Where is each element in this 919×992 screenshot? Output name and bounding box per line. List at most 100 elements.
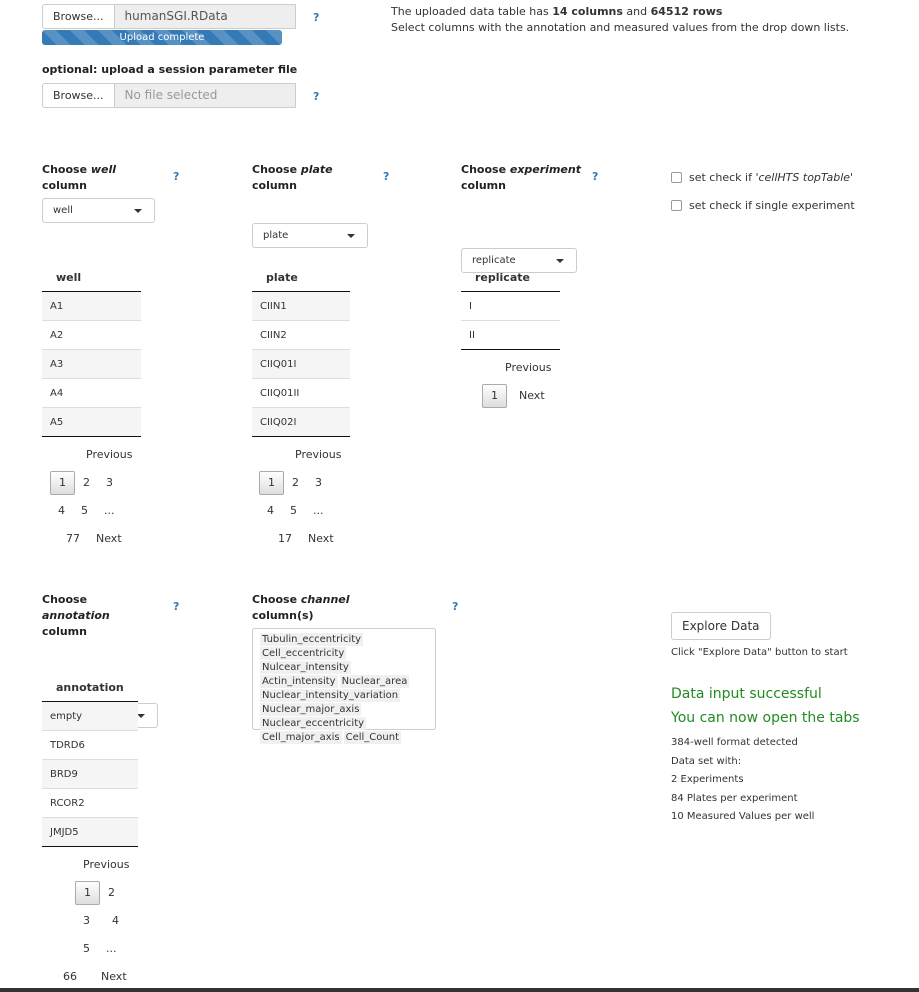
data-summary: 384-well format detected Data set with: … — [671, 734, 814, 827]
page-button[interactable]: 77 — [58, 528, 88, 550]
session-file-field[interactable]: No file selected — [114, 83, 296, 108]
page-button[interactable]: 5 — [282, 500, 305, 522]
choose-annotation-label: Choose annotation column — [42, 593, 110, 638]
page-button[interactable]: 66 — [55, 966, 85, 988]
table-row[interactable]: JMJD5 — [42, 817, 138, 847]
session-label: optional: upload a session parameter fil… — [42, 63, 298, 76]
next-button[interactable]: Next — [300, 528, 342, 550]
table-row[interactable]: CIIN2 — [252, 320, 350, 350]
chevron-down-icon — [137, 714, 145, 718]
explore-data-button[interactable]: Explore Data — [671, 612, 771, 640]
next-button[interactable]: Next — [85, 966, 135, 988]
table-row[interactable]: I — [461, 291, 560, 321]
page-button[interactable]: 4 — [259, 500, 282, 522]
ellipsis: ... — [104, 504, 115, 517]
page-button[interactable]: 3 — [307, 472, 330, 494]
channel-item[interactable]: Nuclear_area — [339, 675, 410, 688]
table-row[interactable]: II — [461, 320, 560, 350]
well-table-header[interactable]: well — [42, 263, 141, 292]
table-row[interactable]: RCOR2 — [42, 788, 138, 818]
annotation-help-icon[interactable]: ? — [173, 600, 179, 613]
channel-item[interactable]: Cell_Count — [343, 731, 401, 744]
channel-help-icon[interactable]: ? — [452, 600, 458, 613]
session-help-icon[interactable]: ? — [313, 90, 319, 103]
previous-button[interactable]: Previous — [78, 444, 141, 466]
chevron-down-icon — [134, 209, 142, 213]
summary-line: 384-well format detected — [671, 737, 798, 748]
next-button[interactable]: Next — [88, 528, 130, 550]
replicate-table-header[interactable]: replicate — [461, 263, 560, 292]
session-browse-button[interactable]: Browse... — [42, 83, 115, 108]
plate-select[interactable]: plate — [252, 223, 368, 248]
success-message-1: Data input successful — [671, 686, 822, 702]
next-button[interactable]: Next — [507, 385, 553, 407]
channel-item[interactable]: Cell_major_axis — [260, 731, 342, 744]
annotation-table-header[interactable]: annotation — [42, 673, 138, 702]
plate-table-header[interactable]: plate — [252, 263, 350, 292]
channel-item[interactable]: Actin_intensity — [260, 675, 338, 688]
file-name-field[interactable]: humanSGI.RData — [114, 4, 296, 29]
previous-button[interactable]: Previous — [75, 854, 138, 876]
page-button[interactable]: 5 — [75, 938, 98, 960]
upload-progress-bar: Upload complete — [42, 30, 282, 45]
page-button[interactable]: 4 — [50, 500, 73, 522]
experiment-help-icon[interactable]: ? — [592, 170, 598, 183]
replicate-table: replicate I II — [461, 263, 560, 350]
table-row[interactable]: CIIN1 — [252, 291, 350, 321]
upload-progress-label: Upload complete — [119, 32, 205, 43]
browse-button[interactable]: Browse... — [42, 4, 115, 29]
choose-experiment-label: Choose experiment column — [461, 163, 581, 192]
plate-pager: Previous 1 2 3 4 5 ... 17 Next — [259, 441, 350, 553]
channel-item[interactable]: Nulcear_intensity — [260, 661, 351, 674]
table-row[interactable]: A1 — [42, 291, 141, 321]
checkbox-icon[interactable] — [671, 172, 682, 183]
horizontal-scrollbar[interactable] — [0, 988, 919, 992]
page-button[interactable]: 4 — [98, 910, 127, 932]
page-button[interactable]: 2 — [284, 472, 307, 494]
table-row[interactable]: A5 — [42, 407, 141, 437]
table-row[interactable]: BRD9 — [42, 759, 138, 789]
well-select[interactable]: well — [42, 198, 155, 223]
page-button[interactable]: 5 — [73, 500, 96, 522]
checkbox-icon[interactable] — [671, 200, 682, 211]
previous-button[interactable]: Previous — [497, 357, 560, 379]
page-button[interactable]: 3 — [98, 472, 121, 494]
table-row[interactable]: A2 — [42, 320, 141, 350]
page-button[interactable]: 1 — [482, 384, 507, 408]
channel-item[interactable]: Nuclear_eccentricity — [260, 717, 367, 730]
summary-line: 84 Plates per experiment — [671, 792, 798, 804]
info-line-2: Select columns with the annotation and m… — [391, 21, 850, 34]
table-row[interactable]: CIIQ01I — [252, 349, 350, 379]
upload-help-icon[interactable]: ? — [313, 11, 319, 24]
plate-help-icon[interactable]: ? — [383, 170, 389, 183]
table-row[interactable]: TDRD6 — [42, 730, 138, 760]
page-button[interactable]: 1 — [75, 881, 100, 905]
single-experiment-checkbox[interactable]: set check if single experiment — [671, 199, 855, 212]
data-file-input: Browse... humanSGI.RData — [42, 4, 296, 29]
page-button[interactable]: 17 — [270, 528, 300, 550]
previous-button[interactable]: Previous — [287, 444, 350, 466]
page-button[interactable]: 2 — [100, 882, 123, 904]
well-pager: Previous 1 2 3 4 5 ... 77 Next — [50, 441, 141, 553]
chevron-down-icon — [347, 234, 355, 238]
channel-item[interactable]: Nuclear_major_axis — [260, 703, 362, 716]
well-help-icon[interactable]: ? — [173, 170, 179, 183]
toptable-checkbox[interactable]: set check if 'cellHTS topTable' — [671, 171, 853, 184]
channel-item[interactable]: Tubulin_eccentricity — [260, 633, 364, 646]
channel-item[interactable]: Cell_eccentricity — [260, 647, 347, 660]
info-line-1: The uploaded data table has 14 columns a… — [391, 5, 723, 18]
table-row[interactable]: empty — [42, 701, 138, 731]
channel-multiselect[interactable]: Tubulin_eccentricity Cell_eccentricityNu… — [252, 628, 436, 744]
page-button[interactable]: 3 — [75, 910, 98, 932]
table-row[interactable]: A3 — [42, 349, 141, 379]
table-row[interactable]: CIIQ01II — [252, 378, 350, 408]
ellipsis: ... — [313, 504, 324, 517]
page-button[interactable]: 1 — [50, 471, 75, 495]
channel-item[interactable]: Nuclear_intensity_variation — [260, 689, 401, 702]
table-row[interactable]: A4 — [42, 378, 141, 408]
page-button[interactable]: 1 — [259, 471, 284, 495]
page-button[interactable]: 2 — [75, 472, 98, 494]
choose-plate-label: Choose plate column — [252, 163, 333, 192]
explore-hint: Click "Explore Data" button to start — [671, 647, 848, 658]
table-row[interactable]: CIIQ02I — [252, 407, 350, 437]
